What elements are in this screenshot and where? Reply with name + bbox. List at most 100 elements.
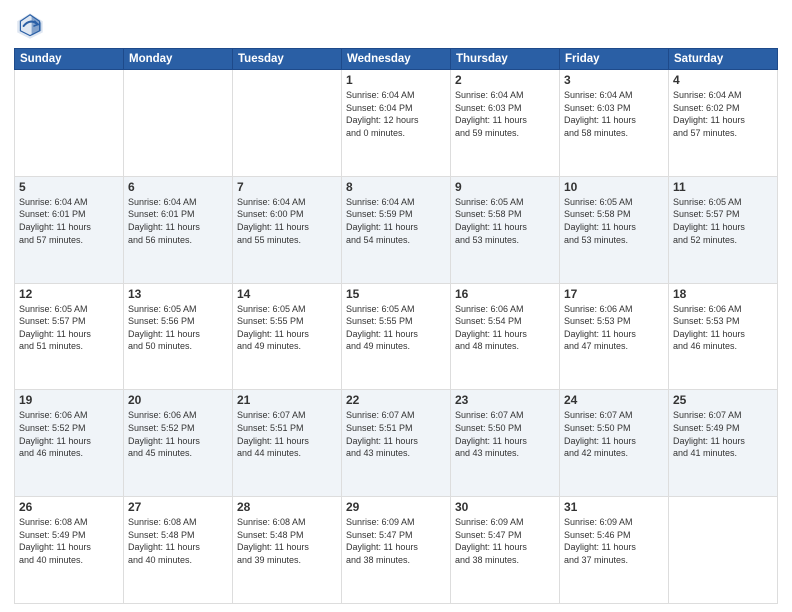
day-info: Sunrise: 6:04 AM Sunset: 6:03 PM Dayligh…	[564, 89, 664, 139]
calendar-day-22: 22 Sunrise: 6:07 AM Sunset: 5:51 PM Dayli…	[342, 390, 451, 497]
day-info: Sunrise: 6:04 AM Sunset: 6:02 PM Dayligh…	[673, 89, 773, 139]
day-number: 14	[237, 287, 337, 301]
calendar-day-17: 17 Sunrise: 6:06 AM Sunset: 5:53 PM Dayli…	[560, 283, 669, 390]
calendar-header-tuesday: Tuesday	[233, 49, 342, 70]
day-info: Sunrise: 6:05 AM Sunset: 5:58 PM Dayligh…	[455, 196, 555, 246]
day-number: 9	[455, 180, 555, 194]
calendar-week-row: 5 Sunrise: 6:04 AM Sunset: 6:01 PM Daylig…	[15, 176, 778, 283]
day-number: 17	[564, 287, 664, 301]
calendar-day-14: 14 Sunrise: 6:05 AM Sunset: 5:55 PM Dayli…	[233, 283, 342, 390]
calendar-day-23: 23 Sunrise: 6:07 AM Sunset: 5:50 PM Dayli…	[451, 390, 560, 497]
day-number: 3	[564, 73, 664, 87]
day-info: Sunrise: 6:04 AM Sunset: 6:04 PM Dayligh…	[346, 89, 446, 139]
calendar-week-row: 12 Sunrise: 6:05 AM Sunset: 5:57 PM Dayli…	[15, 283, 778, 390]
day-info: Sunrise: 6:05 AM Sunset: 5:56 PM Dayligh…	[128, 303, 228, 353]
day-number: 10	[564, 180, 664, 194]
day-number: 29	[346, 500, 446, 514]
day-number: 23	[455, 393, 555, 407]
page: SundayMondayTuesdayWednesdayThursdayFrid…	[0, 0, 792, 612]
calendar-day-19: 19 Sunrise: 6:06 AM Sunset: 5:52 PM Dayli…	[15, 390, 124, 497]
day-number: 25	[673, 393, 773, 407]
calendar-header-sunday: Sunday	[15, 49, 124, 70]
logo	[14, 10, 50, 42]
calendar-day-15: 15Sunrise: 6:05 AM Sunset: 5:55 PM Dayli…	[342, 283, 451, 390]
calendar-week-row: 19 Sunrise: 6:06 AM Sunset: 5:52 PM Dayli…	[15, 390, 778, 497]
calendar-empty-cell	[15, 70, 124, 177]
day-info: Sunrise: 6:07 AM Sunset: 5:51 PM Dayligh…	[346, 409, 446, 459]
calendar-day-31: 31 Sunrise: 6:09 AM Sunset: 5:46 PM Dayli…	[560, 497, 669, 604]
calendar-day-16: 16Sunrise: 6:06 AM Sunset: 5:54 PM Dayli…	[451, 283, 560, 390]
day-number: 24	[564, 393, 664, 407]
calendar-day-18: 18Sunrise: 6:06 AM Sunset: 5:53 PM Dayli…	[669, 283, 778, 390]
day-number: 22	[346, 393, 446, 407]
day-info: Sunrise: 6:08 AM Sunset: 5:48 PM Dayligh…	[237, 516, 337, 566]
calendar-header-row: SundayMondayTuesdayWednesdayThursdayFrid…	[15, 49, 778, 70]
calendar-header-saturday: Saturday	[669, 49, 778, 70]
header	[14, 10, 778, 42]
calendar-empty-cell	[124, 70, 233, 177]
calendar-day-7: 7Sunrise: 6:04 AM Sunset: 6:00 PM Daylig…	[233, 176, 342, 283]
calendar-week-row: 26 Sunrise: 6:08 AM Sunset: 5:49 PM Dayli…	[15, 497, 778, 604]
day-number: 1	[346, 73, 446, 87]
calendar-day-10: 10Sunrise: 6:05 AM Sunset: 5:58 PM Dayli…	[560, 176, 669, 283]
calendar-day-8: 8 Sunrise: 6:04 AM Sunset: 5:59 PM Daylig…	[342, 176, 451, 283]
calendar-day-13: 13 Sunrise: 6:05 AM Sunset: 5:56 PM Dayli…	[124, 283, 233, 390]
calendar-day-27: 27 Sunrise: 6:08 AM Sunset: 5:48 PM Dayli…	[124, 497, 233, 604]
day-number: 18	[673, 287, 773, 301]
day-info: Sunrise: 6:06 AM Sunset: 5:53 PM Dayligh…	[564, 303, 664, 353]
day-info: Sunrise: 6:08 AM Sunset: 5:48 PM Dayligh…	[128, 516, 228, 566]
calendar-day-30: 30 Sunrise: 6:09 AM Sunset: 5:47 PM Dayli…	[451, 497, 560, 604]
calendar-day-9: 9 Sunrise: 6:05 AM Sunset: 5:58 PM Daylig…	[451, 176, 560, 283]
day-info: Sunrise: 6:07 AM Sunset: 5:51 PM Dayligh…	[237, 409, 337, 459]
day-info: Sunrise: 6:05 AM Sunset: 5:55 PM Dayligh…	[237, 303, 337, 353]
calendar-header-friday: Friday	[560, 49, 669, 70]
day-number: 28	[237, 500, 337, 514]
calendar-day-2: 2Sunrise: 6:04 AM Sunset: 6:03 PM Daylig…	[451, 70, 560, 177]
calendar-day-20: 20 Sunrise: 6:06 AM Sunset: 5:52 PM Dayli…	[124, 390, 233, 497]
day-number: 21	[237, 393, 337, 407]
day-info: Sunrise: 6:04 AM Sunset: 6:03 PM Dayligh…	[455, 89, 555, 139]
calendar-empty-cell	[669, 497, 778, 604]
day-info: Sunrise: 6:04 AM Sunset: 6:01 PM Dayligh…	[128, 196, 228, 246]
day-number: 26	[19, 500, 119, 514]
calendar-week-row: 1 Sunrise: 6:04 AM Sunset: 6:04 PM Daylig…	[15, 70, 778, 177]
day-number: 30	[455, 500, 555, 514]
day-info: Sunrise: 6:04 AM Sunset: 6:01 PM Dayligh…	[19, 196, 119, 246]
day-info: Sunrise: 6:07 AM Sunset: 5:50 PM Dayligh…	[564, 409, 664, 459]
calendar-day-28: 28 Sunrise: 6:08 AM Sunset: 5:48 PM Dayli…	[233, 497, 342, 604]
day-number: 19	[19, 393, 119, 407]
day-info: Sunrise: 6:06 AM Sunset: 5:52 PM Dayligh…	[128, 409, 228, 459]
day-number: 20	[128, 393, 228, 407]
day-number: 5	[19, 180, 119, 194]
day-number: 8	[346, 180, 446, 194]
calendar-day-29: 29 Sunrise: 6:09 AM Sunset: 5:47 PM Dayli…	[342, 497, 451, 604]
day-number: 7	[237, 180, 337, 194]
day-info: Sunrise: 6:07 AM Sunset: 5:49 PM Dayligh…	[673, 409, 773, 459]
calendar-empty-cell	[233, 70, 342, 177]
day-number: 31	[564, 500, 664, 514]
day-info: Sunrise: 6:07 AM Sunset: 5:50 PM Dayligh…	[455, 409, 555, 459]
day-number: 13	[128, 287, 228, 301]
day-number: 15	[346, 287, 446, 301]
calendar-day-26: 26 Sunrise: 6:08 AM Sunset: 5:49 PM Dayli…	[15, 497, 124, 604]
day-info: Sunrise: 6:06 AM Sunset: 5:52 PM Dayligh…	[19, 409, 119, 459]
calendar-header-thursday: Thursday	[451, 49, 560, 70]
calendar-day-21: 21 Sunrise: 6:07 AM Sunset: 5:51 PM Dayli…	[233, 390, 342, 497]
day-info: Sunrise: 6:06 AM Sunset: 5:54 PM Dayligh…	[455, 303, 555, 353]
calendar-table: SundayMondayTuesdayWednesdayThursdayFrid…	[14, 48, 778, 604]
day-number: 12	[19, 287, 119, 301]
calendar-day-1: 1 Sunrise: 6:04 AM Sunset: 6:04 PM Daylig…	[342, 70, 451, 177]
calendar-day-24: 24 Sunrise: 6:07 AM Sunset: 5:50 PM Dayli…	[560, 390, 669, 497]
day-number: 27	[128, 500, 228, 514]
day-info: Sunrise: 6:05 AM Sunset: 5:57 PM Dayligh…	[673, 196, 773, 246]
day-number: 6	[128, 180, 228, 194]
day-info: Sunrise: 6:09 AM Sunset: 5:47 PM Dayligh…	[455, 516, 555, 566]
day-info: Sunrise: 6:05 AM Sunset: 5:57 PM Dayligh…	[19, 303, 119, 353]
logo-icon	[14, 10, 46, 42]
calendar-day-6: 6 Sunrise: 6:04 AM Sunset: 6:01 PM Daylig…	[124, 176, 233, 283]
day-info: Sunrise: 6:08 AM Sunset: 5:49 PM Dayligh…	[19, 516, 119, 566]
day-info: Sunrise: 6:09 AM Sunset: 5:46 PM Dayligh…	[564, 516, 664, 566]
day-info: Sunrise: 6:09 AM Sunset: 5:47 PM Dayligh…	[346, 516, 446, 566]
calendar-day-4: 4Sunrise: 6:04 AM Sunset: 6:02 PM Daylig…	[669, 70, 778, 177]
day-info: Sunrise: 6:04 AM Sunset: 5:59 PM Dayligh…	[346, 196, 446, 246]
